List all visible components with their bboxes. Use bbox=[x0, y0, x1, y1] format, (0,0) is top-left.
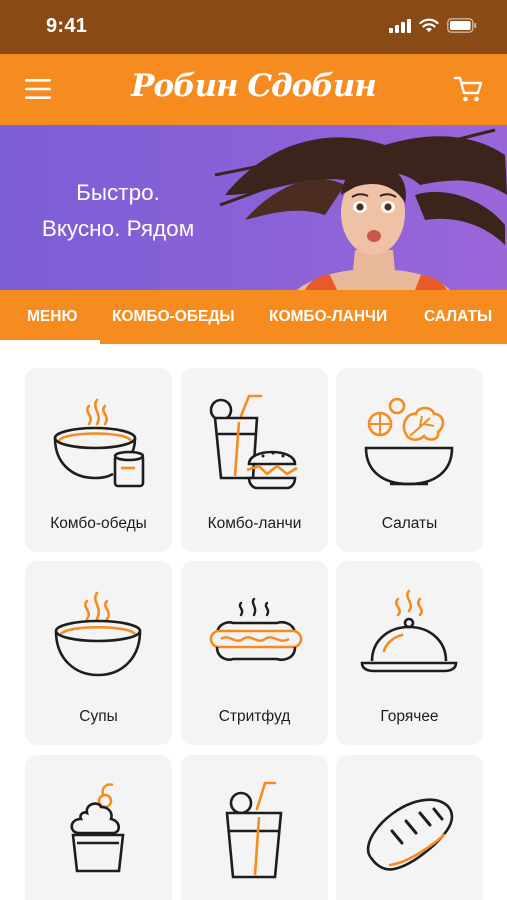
category-label: Горячее bbox=[380, 708, 439, 725]
dessert-icon bbox=[70, 783, 125, 873]
category-card-soups[interactable]: Супы bbox=[25, 561, 172, 745]
banner-slogan: Быстро. Вкусно. Рядом bbox=[33, 175, 203, 247]
signal-icon bbox=[389, 18, 411, 33]
active-tab-indicator bbox=[0, 340, 100, 344]
soup-cup-icon bbox=[53, 398, 145, 488]
category-card-combo-lunches[interactable]: Комбо-ланчи bbox=[181, 368, 328, 552]
wifi-icon bbox=[419, 18, 439, 32]
tab-combo-lunches[interactable]: КОМБО-ЛАНЧИ bbox=[269, 290, 387, 344]
status-bar: 9:41 bbox=[0, 0, 507, 54]
category-tabs: МЕНЮ КОМБО-ОБЕДЫ КОМБО-ЛАНЧИ САЛАТЫ bbox=[0, 290, 507, 344]
woman-photo bbox=[214, 128, 507, 290]
category-card-streetfood[interactable]: Стритфуд bbox=[181, 561, 328, 745]
category-card-hot-dishes[interactable]: Горячее bbox=[336, 561, 483, 745]
cloche-icon bbox=[360, 589, 458, 673]
drink-burger-icon bbox=[209, 394, 298, 490]
tab-salads[interactable]: САЛАТЫ bbox=[424, 290, 492, 344]
category-label: Комбо-обеды bbox=[50, 515, 147, 532]
category-label: Комбо-ланчи bbox=[207, 515, 302, 532]
promo-banner[interactable]: Быстро. Вкусно. Рядом bbox=[0, 125, 507, 290]
category-card-drinks[interactable] bbox=[181, 755, 328, 900]
category-label: Супы bbox=[79, 708, 118, 725]
category-label: Стритфуд bbox=[218, 708, 291, 725]
category-card-desserts[interactable] bbox=[25, 755, 172, 900]
banner-line-1: Быстро. bbox=[76, 180, 160, 205]
battery-icon bbox=[447, 18, 477, 33]
status-icons bbox=[389, 18, 477, 33]
category-card-salads[interactable]: Салаты bbox=[336, 368, 483, 552]
soup-bowl-icon bbox=[54, 591, 142, 677]
category-label: Салаты bbox=[381, 515, 438, 532]
status-time: 9:41 bbox=[46, 15, 88, 37]
category-card-bakery[interactable] bbox=[336, 755, 483, 900]
bread-icon bbox=[366, 798, 454, 871]
tab-menu[interactable]: МЕНЮ bbox=[27, 290, 77, 344]
brand-logo: Робин Сдобин bbox=[131, 68, 377, 104]
cart-icon[interactable] bbox=[453, 74, 485, 104]
hotdog-icon bbox=[209, 597, 303, 661]
app-header: Робин Сдобин bbox=[0, 54, 507, 125]
tab-combo-dinners[interactable]: КОМБО-ОБЕДЫ bbox=[112, 290, 235, 344]
salad-bowl-icon bbox=[364, 397, 454, 486]
category-card-combo-dinners[interactable]: Комбо-обеды bbox=[25, 368, 172, 552]
drink-icon bbox=[225, 781, 283, 879]
banner-line-2: Вкусно. Рядом bbox=[41, 216, 195, 241]
